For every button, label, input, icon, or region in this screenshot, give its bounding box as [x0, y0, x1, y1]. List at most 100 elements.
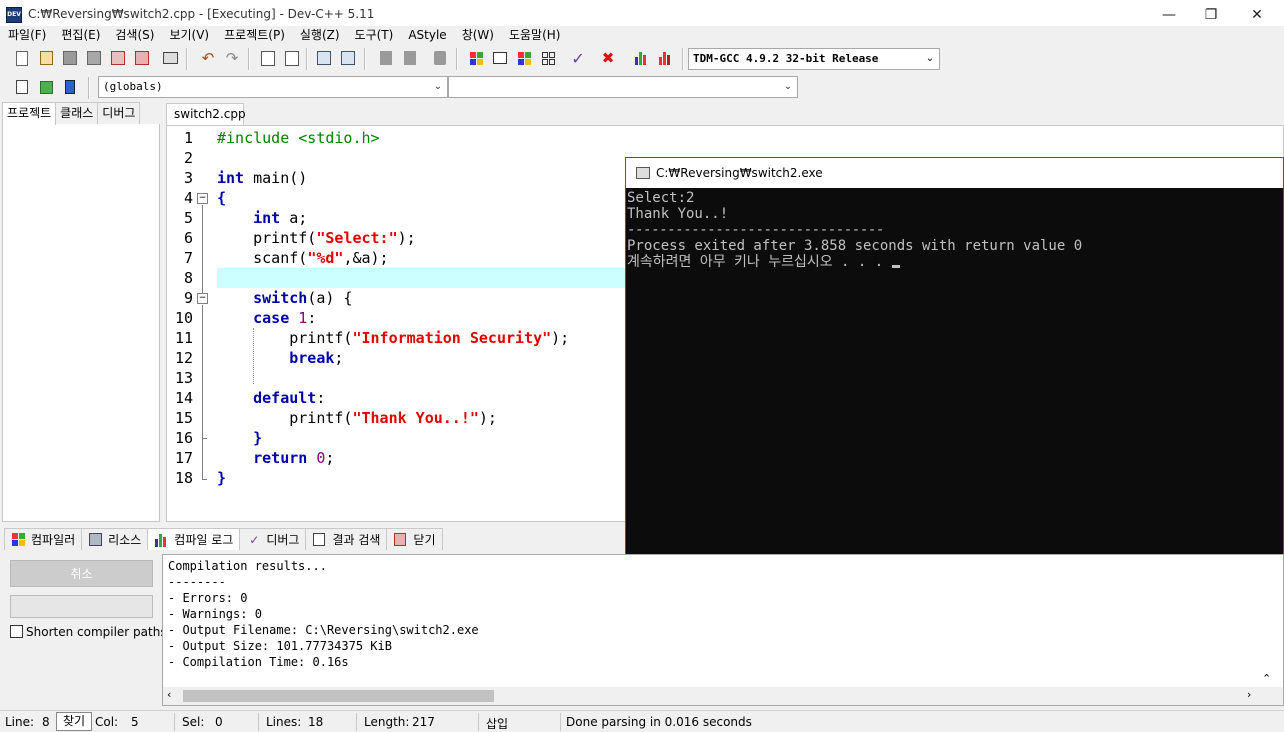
- scroll-up-icon[interactable]: ⌃: [1262, 672, 1271, 685]
- close-panel-icon: [393, 532, 409, 548]
- rebuild-icon[interactable]: [538, 48, 558, 68]
- next-bookmark-icon[interactable]: [400, 48, 420, 68]
- save-all-icon[interactable]: [84, 48, 104, 68]
- tab-classes[interactable]: 클래스: [55, 102, 99, 124]
- delete-profile-icon[interactable]: [654, 48, 674, 68]
- tab-debug[interactable]: 디버그: [97, 102, 141, 124]
- line-number: 4: [183, 189, 193, 207]
- undo-icon[interactable]: ↶: [198, 48, 218, 68]
- status-find-button[interactable]: 찾기: [56, 712, 92, 731]
- compile-progress-bar: [10, 595, 153, 618]
- code-line: }: [217, 468, 226, 488]
- menu-tools[interactable]: 도구(T): [347, 26, 401, 44]
- save-icon[interactable]: [60, 48, 80, 68]
- print-icon[interactable]: [160, 48, 180, 68]
- debug-check-icon: ✓: [249, 532, 260, 547]
- syntax-check-icon[interactable]: ✓: [568, 48, 588, 68]
- chevron-down-icon: ⌄: [925, 53, 935, 64]
- code-line: printf("Information Security");: [217, 328, 569, 348]
- compile-run-icon[interactable]: [514, 48, 534, 68]
- code-token: main(): [244, 169, 308, 187]
- indent-icon[interactable]: [314, 48, 334, 68]
- toolbar-separator: [456, 48, 458, 70]
- fold-line: [202, 205, 203, 298]
- code-token: printf(: [217, 409, 353, 427]
- status-separator: [478, 713, 479, 731]
- bookmark-icon[interactable]: [60, 77, 80, 97]
- code-token: default: [253, 389, 317, 407]
- log-line: --------: [168, 575, 226, 589]
- code-token: }: [253, 429, 263, 447]
- toolbar-separator: [248, 48, 250, 70]
- goto-icon[interactable]: [36, 77, 56, 97]
- find-results-icon: [312, 532, 328, 548]
- function-select[interactable]: ⌄: [448, 76, 798, 98]
- scope-select[interactable]: (globals) ⌄: [98, 76, 448, 98]
- scroll-right-icon[interactable]: ›: [1247, 688, 1251, 701]
- close-all-icon[interactable]: [132, 48, 152, 68]
- menu-astyle[interactable]: AStyle: [400, 26, 453, 44]
- menu-help[interactable]: 도움말(H): [501, 26, 568, 44]
- tab-compiler[interactable]: 컴파일러: [4, 528, 83, 550]
- shorten-paths-checkbox[interactable]: [10, 625, 23, 638]
- menu-file[interactable]: 파일(F): [0, 26, 53, 44]
- profile-icon[interactable]: [630, 48, 650, 68]
- menu-search[interactable]: 검색(S): [107, 26, 161, 44]
- compile-log-output[interactable]: Compilation results... -------- - Errors…: [162, 554, 1284, 706]
- console-output-line: Select:2: [627, 190, 695, 206]
- tab-project[interactable]: 프로젝트: [2, 102, 57, 125]
- compile-icon[interactable]: [466, 48, 486, 68]
- toolbar-separator: [682, 48, 684, 70]
- status-col-label: Col:: [95, 715, 119, 729]
- cancel-compile-button[interactable]: 취소: [10, 560, 153, 587]
- code-line: scanf("%d",&a);: [217, 248, 388, 268]
- toggle-comment-icon[interactable]: [430, 48, 450, 68]
- unindent-icon[interactable]: [338, 48, 358, 68]
- menu-edit[interactable]: 편집(E): [53, 26, 107, 44]
- console-output-line: Process exited after 3.858 seconds with …: [627, 238, 1083, 254]
- stop-execution-icon[interactable]: ✖: [598, 48, 618, 68]
- status-lines-label: Lines:: [266, 715, 302, 729]
- compiler-icon: [11, 532, 27, 548]
- run-icon[interactable]: [490, 48, 510, 68]
- fold-collapse-icon[interactable]: −: [197, 193, 208, 204]
- redo-icon[interactable]: ↷: [222, 48, 242, 68]
- menu-view[interactable]: 보기(V): [161, 26, 216, 44]
- replace-icon[interactable]: [282, 48, 302, 68]
- open-file-icon[interactable]: [36, 48, 56, 68]
- tab-compile-log[interactable]: 컴파일 로그: [147, 528, 241, 550]
- line-number: 14: [174, 389, 193, 407]
- tab-find-results[interactable]: 결과 검색: [305, 528, 388, 550]
- find-icon[interactable]: [258, 48, 278, 68]
- console-app-icon: [636, 167, 650, 179]
- tab-resources[interactable]: 리소스: [81, 528, 149, 550]
- menu-execute[interactable]: 실행(Z): [292, 26, 347, 44]
- new-file-icon[interactable]: [12, 48, 32, 68]
- insert-icon[interactable]: [12, 77, 32, 97]
- code-token: }: [217, 469, 227, 487]
- code-token: printf(: [217, 229, 317, 247]
- scroll-left-icon[interactable]: ‹: [167, 688, 171, 701]
- line-number: 16: [174, 429, 193, 447]
- log-line: - Compilation Time: 0.16s: [168, 655, 349, 669]
- code-token: scanf(: [217, 249, 308, 267]
- editor-file-tab[interactable]: switch2.cpp: [166, 103, 246, 125]
- tab-close[interactable]: 닫기: [386, 528, 443, 550]
- tab-debug-bottom[interactable]: ✓ 디버그: [239, 528, 307, 550]
- menu-window[interactable]: 창(W): [454, 26, 501, 44]
- compiler-select[interactable]: TDM-GCC 4.9.2 32-bit Release ⌄: [688, 48, 940, 70]
- code-line: return 0;: [217, 448, 334, 468]
- prev-bookmark-icon[interactable]: [376, 48, 396, 68]
- line-number: 11: [174, 329, 193, 347]
- code-line: int main(): [217, 168, 307, 188]
- code-token: case: [253, 309, 290, 327]
- menu-project[interactable]: 프로젝트(P): [216, 26, 292, 44]
- scrollbar-thumb[interactable]: [183, 690, 494, 702]
- fold-collapse-icon[interactable]: −: [197, 293, 208, 304]
- close-file-icon[interactable]: [108, 48, 128, 68]
- horizontal-scrollbar[interactable]: ‹ ›: [163, 687, 1283, 705]
- compiler-select-value: TDM-GCC 4.9.2 32-bit Release: [693, 52, 879, 65]
- indent-guide: [253, 328, 254, 384]
